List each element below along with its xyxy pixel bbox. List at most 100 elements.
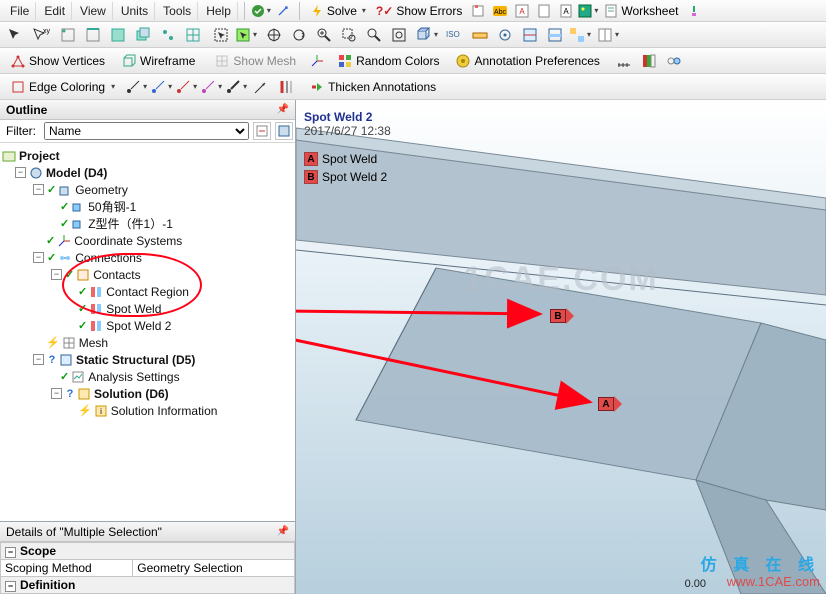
random-colors-button[interactable]: Random Colors	[331, 50, 446, 72]
explode-icon[interactable]: ▾	[569, 24, 591, 46]
edge-style-4-icon[interactable]: ▾	[225, 76, 247, 98]
box-select-green-icon[interactable]: ▾	[235, 24, 257, 46]
tree-mesh[interactable]: Mesh	[79, 336, 108, 350]
filter-expand-icon[interactable]	[275, 122, 293, 140]
tree-geo1[interactable]: 50角钢-1	[88, 198, 136, 215]
menu-view[interactable]: View	[74, 2, 113, 20]
tree-contact-region[interactable]: Contact Region	[106, 285, 189, 299]
probe-icon[interactable]	[494, 24, 516, 46]
sel-element-icon[interactable]	[182, 24, 204, 46]
filter-clear-icon[interactable]	[253, 122, 271, 140]
menu-tools[interactable]: Tools	[157, 2, 198, 20]
check-icon: ✓	[47, 251, 56, 264]
move-icon[interactable]	[273, 2, 293, 20]
pan-icon[interactable]	[263, 24, 285, 46]
model-icon	[29, 166, 43, 180]
coord-icon	[57, 234, 71, 248]
sel-node-icon[interactable]	[157, 24, 179, 46]
wireframe-button[interactable]: Wireframe	[115, 50, 202, 72]
solve-button[interactable]: Solve▾	[306, 3, 370, 19]
menu-edit[interactable]: Edit	[38, 2, 72, 20]
details-title: Details of "Multiple Selection"	[6, 525, 162, 539]
rotate-icon[interactable]	[288, 24, 310, 46]
fit-all-icon[interactable]	[388, 24, 410, 46]
expander[interactable]: −	[5, 581, 16, 592]
sel-edge-icon[interactable]	[82, 24, 104, 46]
expander[interactable]: −	[51, 269, 62, 280]
tree-solution[interactable]: Solution (D6)	[94, 387, 169, 401]
annotation-prefs-button[interactable]: Annotation Preferences	[449, 50, 606, 72]
edge-arrow-icon[interactable]	[250, 76, 272, 98]
marker-a[interactable]: A	[598, 396, 622, 412]
edge-style-2-icon[interactable]: ▾	[175, 76, 197, 98]
menu-units[interactable]: Units	[115, 2, 155, 20]
marker-b[interactable]: B	[550, 308, 574, 324]
menu-help[interactable]: Help	[200, 2, 238, 20]
expander[interactable]: −	[33, 184, 44, 195]
box-select-icon[interactable]	[210, 24, 232, 46]
check-icon: ✓	[78, 319, 87, 332]
tb-icon-1[interactable]	[468, 2, 488, 20]
pin-icon[interactable]: 📌	[277, 526, 289, 537]
worksheet-button[interactable]: Worksheet	[600, 3, 682, 19]
expander[interactable]: −	[15, 167, 26, 178]
triad-icon[interactable]	[663, 50, 685, 72]
tree-solinfo[interactable]: Solution Information	[111, 404, 218, 418]
scoping-method-value[interactable]: Geometry Selection	[133, 560, 295, 577]
sel-face-icon[interactable]	[107, 24, 129, 46]
tree-geo2[interactable]: Z型件（件1）-1	[88, 215, 173, 232]
tree-connections[interactable]: Connections	[75, 251, 142, 265]
thicken-annotations-button[interactable]: Thicken Annotations	[303, 76, 443, 98]
tree-spot-weld-2[interactable]: Spot Weld 2	[106, 319, 171, 333]
tree-geometry[interactable]: Geometry	[75, 183, 128, 197]
tb-icon-doc2[interactable]: A	[556, 2, 576, 20]
legend-toggle-icon[interactable]	[638, 50, 660, 72]
iso-view-icon[interactable]: ISO	[441, 24, 463, 46]
scoping-method-label: Scoping Method	[5, 561, 92, 575]
refresh-icon[interactable]: ▾	[251, 2, 271, 20]
edge-thick-icon[interactable]	[275, 76, 297, 98]
layout-icon[interactable]: ▾	[597, 24, 619, 46]
show-vertices-button[interactable]: Show Vertices	[4, 50, 112, 72]
outline-tree[interactable]: Project − Model (D4) − ✓ Geometry ✓ 50角钢…	[0, 143, 295, 521]
sel-body-icon[interactable]	[132, 24, 154, 46]
graphics-viewport[interactable]: 1CAE.COM Spot Weld 2 2017/6/27 12:38 A S…	[296, 100, 826, 594]
tb-icon-info[interactable]	[684, 2, 704, 20]
tree-model[interactable]: Model (D4)	[46, 166, 107, 180]
tree-analysis[interactable]: Analysis Settings	[88, 370, 179, 384]
scale-icon[interactable]	[613, 50, 635, 72]
sel-vertex-icon[interactable]	[57, 24, 79, 46]
tb-icon-a[interactable]: A	[512, 2, 532, 20]
zoom-box-icon[interactable]	[338, 24, 360, 46]
filter-select[interactable]: Name	[44, 122, 249, 140]
ruler-icon[interactable]	[469, 24, 491, 46]
edge-style-0-icon[interactable]: ▾	[125, 76, 147, 98]
show-errors-button[interactable]: ?✓ Show Errors	[372, 3, 466, 19]
tb-icon-doc1[interactable]	[534, 2, 554, 20]
tree-project[interactable]: Project	[19, 149, 60, 163]
edge-style-1-icon[interactable]: ▾	[150, 76, 172, 98]
slice-icon[interactable]	[544, 24, 566, 46]
tree-spot-weld-1[interactable]: Spot Weld	[106, 302, 161, 316]
edge-style-3-icon[interactable]: ▾	[200, 76, 222, 98]
expander[interactable]: −	[51, 388, 62, 399]
pin-icon[interactable]: 📌	[277, 104, 289, 115]
svg-text:i: i	[100, 407, 102, 416]
section-icon[interactable]	[519, 24, 541, 46]
tree-static[interactable]: Static Structural (D5)	[76, 353, 195, 367]
axes-icon[interactable]	[306, 50, 328, 72]
tree-coord[interactable]: Coordinate Systems	[74, 234, 182, 248]
menu-file[interactable]: File	[4, 2, 36, 20]
fit-icon[interactable]	[363, 24, 385, 46]
zoom-icon[interactable]	[313, 24, 335, 46]
edge-coloring-button[interactable]: Edge Coloring▾	[4, 76, 122, 98]
tree-contacts[interactable]: Contacts	[93, 268, 140, 282]
expander[interactable]: −	[33, 354, 44, 365]
select-mode-1-icon[interactable]	[4, 24, 26, 46]
tb-icon-abc[interactable]: Abc	[490, 2, 510, 20]
expander[interactable]: −	[33, 252, 44, 263]
select-mode-2-icon[interactable]: xy	[29, 24, 51, 46]
expander[interactable]: −	[5, 547, 16, 558]
view-cube-icon[interactable]: ▾	[416, 24, 438, 46]
tb-icon-gallery[interactable]: ▾	[578, 2, 598, 20]
